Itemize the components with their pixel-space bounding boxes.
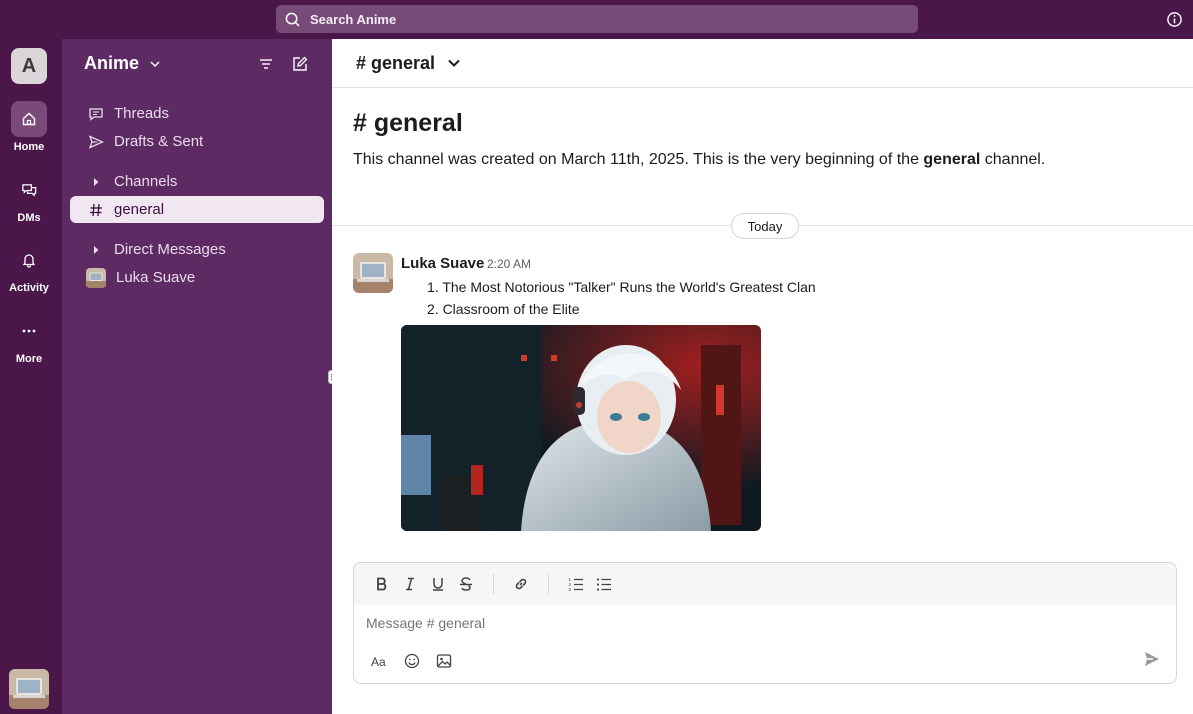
link-icon (515, 578, 527, 590)
compose-icon[interactable] (291, 55, 309, 73)
sidebar-item-threads[interactable]: Threads (70, 100, 324, 127)
italic-icon (406, 577, 414, 591)
toolbar-divider (493, 574, 494, 594)
text-format-icon: Aa (371, 655, 386, 668)
caret-right-icon (94, 177, 99, 186)
info-icon[interactable] (1166, 11, 1183, 28)
channel-intro-text: This channel was created on March 11th, … (353, 151, 1045, 169)
ordered-list-button[interactable]: 123 (562, 570, 590, 598)
user-avatar[interactable] (9, 669, 49, 709)
intro-text-end: channel. (980, 151, 1046, 168)
bell-icon (22, 254, 36, 268)
message-input[interactable] (366, 615, 1066, 631)
workspace-avatar[interactable]: A (11, 48, 47, 84)
hash-icon (90, 203, 102, 216)
sidebar-item-label: Drafts & Sent (114, 133, 204, 150)
workspace-rail: A Home DMs Activity More (0, 39, 62, 714)
emoji-button[interactable] (398, 647, 426, 675)
channel-header[interactable]: # general (332, 39, 1193, 88)
list-item: 1. The Most Notorious "Talker" Runs the … (427, 279, 816, 295)
sidebar-item-dm-luka[interactable]: Luka Suave (70, 264, 324, 291)
bold-button[interactable] (368, 570, 396, 598)
send-icon[interactable] (1142, 649, 1162, 669)
search-icon (285, 12, 300, 27)
caret-right-icon (94, 245, 99, 254)
threads-icon (89, 107, 103, 121)
underline-button[interactable] (424, 570, 452, 598)
workspace-name: Anime (84, 53, 140, 73)
rail-home[interactable]: Home (0, 101, 58, 153)
message-body: 1. The Most Notorious "Talker" Runs the … (427, 276, 816, 320)
message-avatar[interactable] (353, 253, 393, 293)
intro-text-channel: general (923, 151, 981, 168)
rail-more[interactable]: More (0, 313, 58, 365)
message-image-attachment[interactable] (401, 325, 761, 531)
home-icon (22, 112, 36, 126)
dms-icon (21, 183, 36, 196)
rail-more-label: More (15, 353, 43, 365)
underline-icon (433, 578, 443, 591)
search-bar[interactable]: Search Anime (276, 5, 918, 33)
svg-text:Aa: Aa (371, 655, 386, 668)
bold-icon (377, 577, 387, 591)
channel-title: # general (356, 52, 436, 73)
link-button[interactable] (507, 570, 535, 598)
rail-activity-label: Activity (9, 282, 49, 294)
sidebar-item-drafts[interactable]: Drafts & Sent (70, 128, 324, 155)
image-icon (436, 654, 452, 668)
strikethrough-button[interactable] (452, 570, 480, 598)
message-author[interactable]: Luka Suave (401, 255, 484, 272)
sidebar-item-label: Threads (114, 105, 170, 122)
sidebar-section-label: Direct Messages (114, 241, 226, 258)
workspace-name-button[interactable]: Anime (84, 53, 161, 74)
chevron-down-icon (448, 59, 460, 67)
composer-tools: Aa (366, 647, 462, 675)
search-label: Search Anime (310, 11, 397, 27)
sidebar-item-label: Luka Suave (116, 269, 196, 286)
rail-dms-label: DMs (17, 212, 41, 224)
bullet-list-icon (596, 578, 611, 591)
ordered-list-icon: 123 (569, 577, 583, 592)
channel-intro-title: # general (353, 109, 463, 137)
sidebar-section-label: Channels (114, 173, 178, 190)
avatar (86, 267, 106, 288)
sidebar-section-dms[interactable]: Direct Messages (70, 236, 324, 263)
italic-button[interactable] (396, 570, 424, 598)
sidebar-section-channels[interactable]: Channels (70, 168, 324, 195)
svg-text:3: 3 (569, 587, 572, 592)
channel-main: # general # general This channel was cre… (332, 39, 1193, 714)
bullet-list-button[interactable] (590, 570, 618, 598)
emoji-icon (404, 653, 420, 669)
list-item: 2. Classroom of the Elite (427, 301, 580, 317)
date-pill[interactable]: Today (731, 213, 799, 239)
message-timestamp[interactable]: 2:20 AM (487, 257, 531, 271)
rail-home-label: Home (13, 141, 45, 153)
top-bar: Search Anime (0, 0, 1193, 39)
sidebar-item-general[interactable]: general (70, 196, 324, 223)
more-icon (22, 329, 36, 333)
sidebar-item-label: general (114, 201, 165, 218)
rail-activity[interactable]: Activity (0, 242, 58, 294)
rail-dms[interactable]: DMs (0, 172, 58, 224)
toolbar-divider (548, 574, 549, 594)
format-toolbar: 123 (354, 563, 1176, 605)
send-icon (88, 134, 104, 149)
intro-text-start: This channel was created on March 11th, … (353, 151, 924, 168)
chevron-down-icon (150, 60, 160, 67)
text-format-button[interactable]: Aa (366, 647, 394, 675)
strikethrough-icon (460, 577, 472, 591)
image-upload-button[interactable] (430, 647, 458, 675)
filter-icon[interactable] (257, 55, 275, 73)
message-composer: 123 Aa (353, 562, 1177, 684)
channel-sidebar: Anime Threads Drafts & Sent Channels gen… (62, 39, 332, 714)
